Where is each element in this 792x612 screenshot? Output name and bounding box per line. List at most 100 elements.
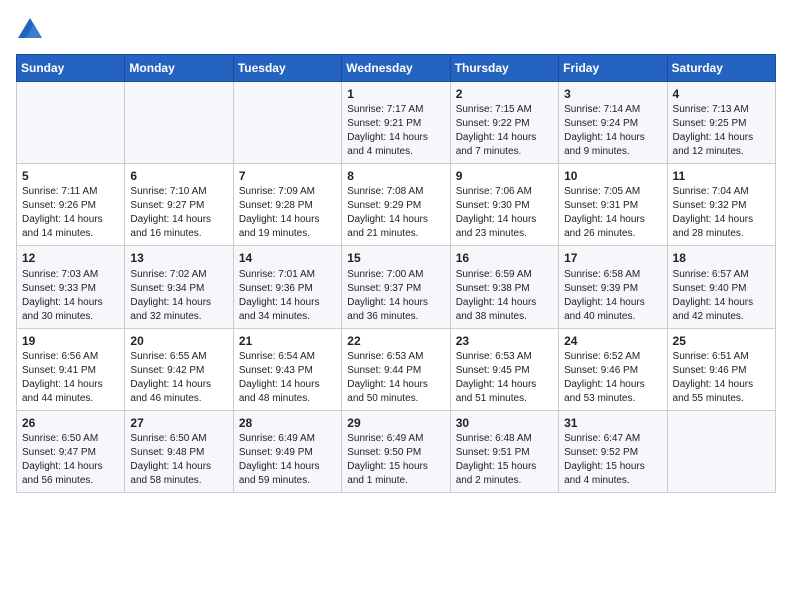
calendar-cell: 19Sunrise: 6:56 AM Sunset: 9:41 PM Dayli… xyxy=(17,328,125,410)
calendar-cell: 18 Sunrise: 6:57 AM Sunset: 9:40 PM Dayli… xyxy=(667,246,775,328)
day-info: Sunrise: 7:03 AM Sunset: 9:33 PM Dayligh… xyxy=(22,268,119,324)
day-number: 24 xyxy=(564,333,661,349)
day-info: Sunrise: 7:04 AM Sunset: 9:32 PM Dayligh… xyxy=(673,185,770,241)
day-number: 14 xyxy=(239,250,336,266)
calendar-cell: 22Sunrise: 6:53 AM Sunset: 9:44 PM Dayli… xyxy=(342,328,450,410)
day-number: 1 xyxy=(347,86,444,102)
day-info: Sunrise: 6:52 AM Sunset: 9:46 PM Dayligh… xyxy=(564,350,661,406)
calendar-cell: 26Sunrise: 6:50 AM Sunset: 9:47 PM Dayli… xyxy=(17,410,125,492)
day-info: Sunrise: 6:49 AM Sunset: 9:49 PM Dayligh… xyxy=(239,432,336,488)
day-info: Sunrise: 6:55 AM Sunset: 9:42 PM Dayligh… xyxy=(130,350,227,406)
calendar-cell: 21Sunrise: 6:54 AM Sunset: 9:43 PM Dayli… xyxy=(233,328,341,410)
weekday-header-thursday: Thursday xyxy=(450,55,558,82)
day-number: 25 xyxy=(673,333,770,349)
day-number: 10 xyxy=(564,168,661,184)
weekday-header-monday: Monday xyxy=(125,55,233,82)
calendar-cell: 7Sunrise: 7:09 AM Sunset: 9:28 PM Daylig… xyxy=(233,164,341,246)
calendar-week-1: 1Sunrise: 7:17 AM Sunset: 9:21 PM Daylig… xyxy=(17,82,776,164)
day-number: 12 xyxy=(22,250,119,266)
day-info: Sunrise: 6:53 AM Sunset: 9:44 PM Dayligh… xyxy=(347,350,444,406)
day-number: 11 xyxy=(673,168,770,184)
calendar-cell xyxy=(17,82,125,164)
weekday-header-friday: Friday xyxy=(559,55,667,82)
day-info: Sunrise: 7:08 AM Sunset: 9:29 PM Dayligh… xyxy=(347,185,444,241)
calendar-cell: 12 Sunrise: 7:03 AM Sunset: 9:33 PM Dayli… xyxy=(17,246,125,328)
calendar-cell: 23Sunrise: 6:53 AM Sunset: 9:45 PM Dayli… xyxy=(450,328,558,410)
day-number: 4 xyxy=(673,86,770,102)
day-number: 2 xyxy=(456,86,553,102)
day-info: Sunrise: 6:47 AM Sunset: 9:52 PM Dayligh… xyxy=(564,432,661,488)
calendar-cell: 14Sunrise: 7:01 AM Sunset: 9:36 PM Dayli… xyxy=(233,246,341,328)
calendar-cell xyxy=(667,410,775,492)
calendar-cell: 3Sunrise: 7:14 AM Sunset: 9:24 PM Daylig… xyxy=(559,82,667,164)
day-number: 19 xyxy=(22,333,119,349)
calendar-cell: 17 Sunrise: 6:58 AM Sunset: 9:39 PM Dayli… xyxy=(559,246,667,328)
day-number: 16 xyxy=(456,250,553,266)
calendar-cell: 31Sunrise: 6:47 AM Sunset: 9:52 PM Dayli… xyxy=(559,410,667,492)
day-info: Sunrise: 7:09 AM Sunset: 9:28 PM Dayligh… xyxy=(239,185,336,241)
day-number: 22 xyxy=(347,333,444,349)
day-number: 15 xyxy=(347,250,444,266)
day-info: Sunrise: 6:49 AM Sunset: 9:50 PM Dayligh… xyxy=(347,432,444,488)
calendar-cell: 1Sunrise: 7:17 AM Sunset: 9:21 PM Daylig… xyxy=(342,82,450,164)
day-info: Sunrise: 6:48 AM Sunset: 9:51 PM Dayligh… xyxy=(456,432,553,488)
calendar-cell: 4Sunrise: 7:13 AM Sunset: 9:25 PM Daylig… xyxy=(667,82,775,164)
calendar-cell: 27Sunrise: 6:50 AM Sunset: 9:48 PM Dayli… xyxy=(125,410,233,492)
header xyxy=(16,16,776,44)
calendar-cell: 13 Sunrise: 7:02 AM Sunset: 9:34 PM Dayli… xyxy=(125,246,233,328)
day-info: Sunrise: 7:05 AM Sunset: 9:31 PM Dayligh… xyxy=(564,185,661,241)
calendar-table: SundayMondayTuesdayWednesdayThursdayFrid… xyxy=(16,54,776,493)
weekday-header-sunday: Sunday xyxy=(17,55,125,82)
day-number: 8 xyxy=(347,168,444,184)
day-number: 21 xyxy=(239,333,336,349)
day-number: 3 xyxy=(564,86,661,102)
calendar-week-2: 5Sunrise: 7:11 AM Sunset: 9:26 PM Daylig… xyxy=(17,164,776,246)
day-number: 13 xyxy=(130,250,227,266)
calendar-cell: 8Sunrise: 7:08 AM Sunset: 9:29 PM Daylig… xyxy=(342,164,450,246)
calendar-header: SundayMondayTuesdayWednesdayThursdayFrid… xyxy=(17,55,776,82)
calendar-cell xyxy=(125,82,233,164)
day-number: 31 xyxy=(564,415,661,431)
day-number: 17 xyxy=(564,250,661,266)
day-number: 23 xyxy=(456,333,553,349)
day-number: 27 xyxy=(130,415,227,431)
day-number: 6 xyxy=(130,168,227,184)
day-number: 5 xyxy=(22,168,119,184)
calendar-cell: 2Sunrise: 7:15 AM Sunset: 9:22 PM Daylig… xyxy=(450,82,558,164)
weekday-header-tuesday: Tuesday xyxy=(233,55,341,82)
day-info: Sunrise: 6:56 AM Sunset: 9:41 PM Dayligh… xyxy=(22,350,119,406)
calendar-cell: 30Sunrise: 6:48 AM Sunset: 9:51 PM Dayli… xyxy=(450,410,558,492)
day-number: 9 xyxy=(456,168,553,184)
day-info: Sunrise: 6:50 AM Sunset: 9:47 PM Dayligh… xyxy=(22,432,119,488)
day-info: Sunrise: 7:06 AM Sunset: 9:30 PM Dayligh… xyxy=(456,185,553,241)
calendar-cell: 25Sunrise: 6:51 AM Sunset: 9:46 PM Dayli… xyxy=(667,328,775,410)
calendar-week-5: 26Sunrise: 6:50 AM Sunset: 9:47 PM Dayli… xyxy=(17,410,776,492)
calendar-cell: 15 Sunrise: 7:00 AM Sunset: 9:37 PM Dayli… xyxy=(342,246,450,328)
day-info: Sunrise: 6:50 AM Sunset: 9:48 PM Dayligh… xyxy=(130,432,227,488)
day-info: Sunrise: 6:58 AM Sunset: 9:39 PM Dayligh… xyxy=(564,268,661,324)
day-number: 26 xyxy=(22,415,119,431)
weekday-header-wednesday: Wednesday xyxy=(342,55,450,82)
calendar-cell: 9Sunrise: 7:06 AM Sunset: 9:30 PM Daylig… xyxy=(450,164,558,246)
calendar-cell: 10Sunrise: 7:05 AM Sunset: 9:31 PM Dayli… xyxy=(559,164,667,246)
calendar-week-4: 19Sunrise: 6:56 AM Sunset: 9:41 PM Dayli… xyxy=(17,328,776,410)
day-info: Sunrise: 7:10 AM Sunset: 9:27 PM Dayligh… xyxy=(130,185,227,241)
day-info: Sunrise: 7:11 AM Sunset: 9:26 PM Dayligh… xyxy=(22,185,119,241)
day-number: 28 xyxy=(239,415,336,431)
day-info: Sunrise: 7:00 AM Sunset: 9:37 PM Dayligh… xyxy=(347,268,444,324)
calendar-cell: 24Sunrise: 6:52 AM Sunset: 9:46 PM Dayli… xyxy=(559,328,667,410)
weekday-header-saturday: Saturday xyxy=(667,55,775,82)
day-info: Sunrise: 7:14 AM Sunset: 9:24 PM Dayligh… xyxy=(564,103,661,159)
day-info: Sunrise: 7:17 AM Sunset: 9:21 PM Dayligh… xyxy=(347,103,444,159)
calendar-cell: 20Sunrise: 6:55 AM Sunset: 9:42 PM Dayli… xyxy=(125,328,233,410)
day-number: 30 xyxy=(456,415,553,431)
day-number: 18 xyxy=(673,250,770,266)
logo xyxy=(16,16,48,44)
day-number: 20 xyxy=(130,333,227,349)
day-info: Sunrise: 7:13 AM Sunset: 9:25 PM Dayligh… xyxy=(673,103,770,159)
calendar-cell: 29Sunrise: 6:49 AM Sunset: 9:50 PM Dayli… xyxy=(342,410,450,492)
day-info: Sunrise: 6:57 AM Sunset: 9:40 PM Dayligh… xyxy=(673,268,770,324)
logo-icon xyxy=(16,16,44,44)
day-info: Sunrise: 6:53 AM Sunset: 9:45 PM Dayligh… xyxy=(456,350,553,406)
day-info: Sunrise: 7:02 AM Sunset: 9:34 PM Dayligh… xyxy=(130,268,227,324)
